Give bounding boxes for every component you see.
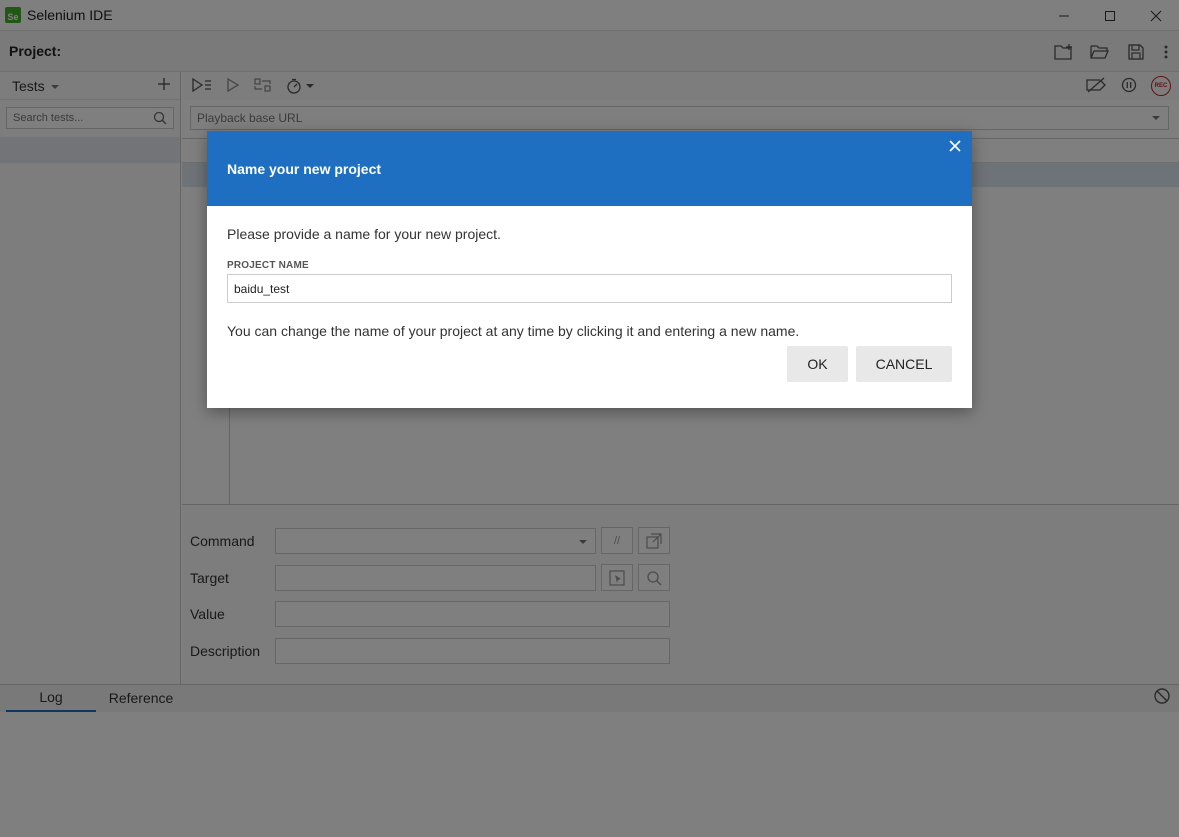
project-name-label: PROJECT NAME [227, 260, 309, 271]
dialog-hint: You can change the name of your project … [227, 323, 800, 339]
dialog-close-button[interactable] [944, 135, 966, 157]
modal-backdrop[interactable] [0, 0, 1179, 837]
close-icon [949, 140, 961, 152]
dialog-description: Please provide a name for your new proje… [227, 226, 501, 242]
dialog-title: Name your new project [227, 161, 382, 177]
ok-button[interactable]: OK [787, 346, 848, 382]
new-project-dialog: Name your new project Please provide a n… [207, 131, 972, 408]
dialog-header: Name your new project [207, 131, 972, 206]
dialog-body: Please provide a name for your new proje… [207, 206, 972, 339]
project-name-input[interactable] [227, 274, 952, 303]
cancel-button[interactable]: CANCEL [856, 346, 952, 382]
dialog-actions: OK CANCEL [787, 346, 952, 382]
